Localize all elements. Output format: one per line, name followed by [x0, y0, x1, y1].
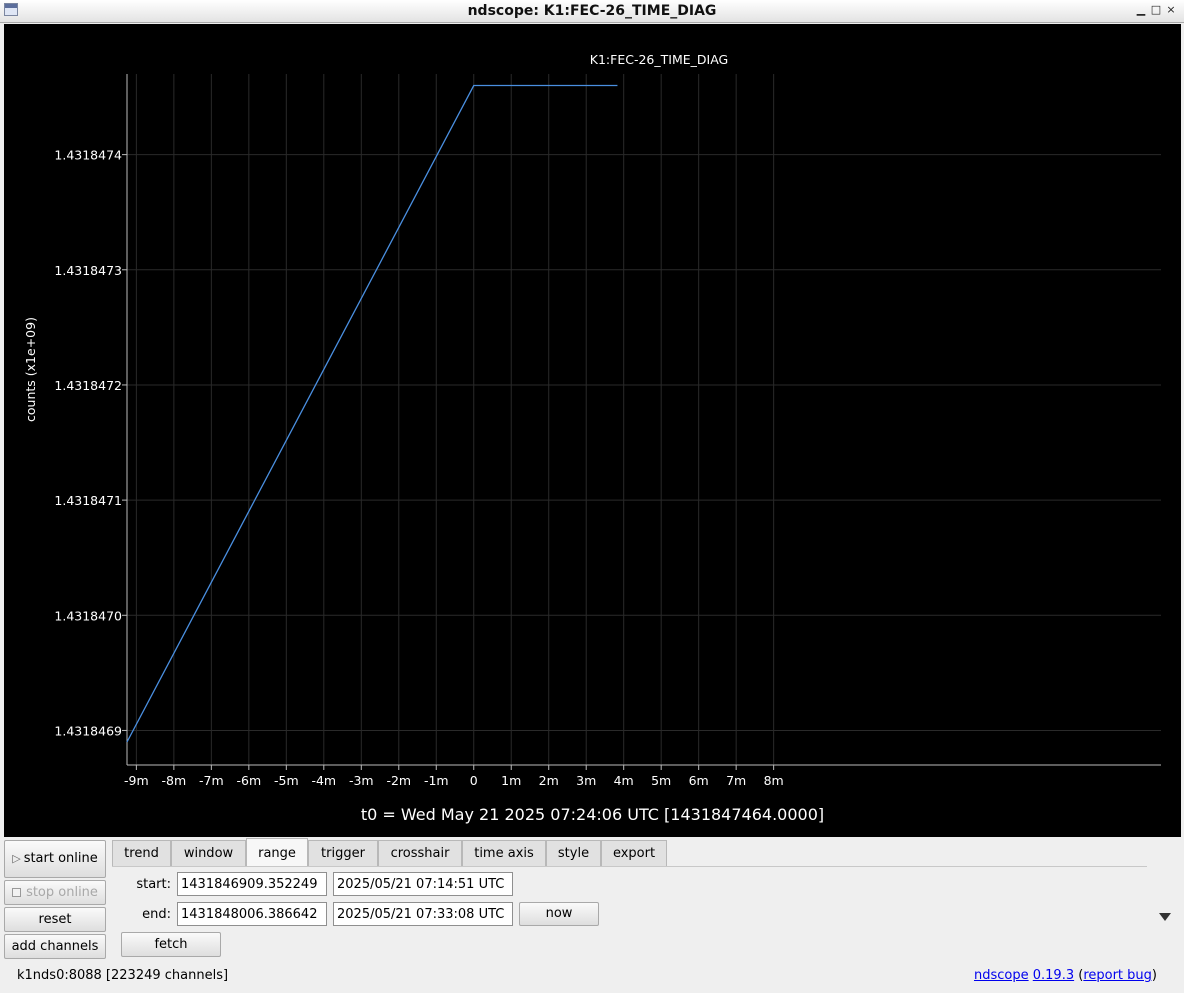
x-tick-label: -3m: [349, 773, 374, 788]
server-status: k1nds0:8088 [223249 channels]: [17, 968, 229, 983]
x-tick-label: 4m: [614, 773, 634, 788]
x-tick-label: -7m: [199, 773, 224, 788]
now-button[interactable]: now: [519, 902, 599, 926]
add-channels-button[interactable]: add channels: [4, 934, 106, 959]
end-label: end:: [142, 907, 171, 922]
y-tick-label: 1.4318472: [54, 378, 122, 393]
end-gps-input[interactable]: [177, 902, 327, 926]
tab-window[interactable]: window: [171, 840, 246, 866]
fetch-button[interactable]: fetch: [121, 932, 221, 957]
trend-chart[interactable]: -9m -8m -7m -6m -5m -4m -3m -2m -1m 0 1m 2m 3m 4m 5m 6m…: [4, 24, 1181, 837]
x-tick-label: -2m: [386, 773, 411, 788]
close-icon[interactable]: ×: [1163, 3, 1179, 17]
version-link[interactable]: 0.19.3: [1033, 968, 1074, 983]
x-tick-label: 8m: [764, 773, 784, 788]
tab-crosshair[interactable]: crosshair: [378, 840, 462, 866]
y-tick-label: 1.4318471: [54, 493, 122, 508]
x-tick-label: 7m: [726, 773, 746, 788]
tab-export[interactable]: export: [601, 840, 667, 866]
tab-trigger[interactable]: trigger: [308, 840, 378, 866]
minimize-icon[interactable]: ▁: [1133, 3, 1149, 17]
end-utc-input[interactable]: [333, 902, 513, 926]
x-tick-label: 1m: [501, 773, 521, 788]
x-tick-label: -4m: [311, 773, 336, 788]
y-tick-label: 1.4318469: [54, 723, 122, 738]
start-online-button[interactable]: ▷ start online: [4, 840, 106, 878]
window-title: ndscope: K1:FEC-26_TIME_DIAG: [467, 3, 717, 19]
y-axis-label: counts (x1e+09): [23, 317, 38, 422]
start-utc-input[interactable]: [333, 872, 513, 896]
y-tick-label: 1.4318474: [54, 148, 122, 163]
report-bug-link[interactable]: report bug: [1083, 968, 1152, 983]
stop-online-label: stop online: [26, 885, 98, 900]
chart-title: K1:FEC-26_TIME_DIAG: [590, 52, 728, 67]
tab-range[interactable]: range: [246, 838, 308, 867]
about-links: ndscope 0.19.3 (report bug): [973, 968, 1157, 983]
expand-arrow-icon[interactable]: [1159, 913, 1171, 921]
x-tick-label: -8m: [162, 773, 187, 788]
x-tick-label: 2m: [539, 773, 559, 788]
x-tick-label: -1m: [424, 773, 449, 788]
t0-label: t0 = Wed May 21 2025 07:24:06 UTC [14318…: [360, 805, 825, 824]
reset-button[interactable]: reset: [4, 907, 106, 932]
tab-divider: [112, 866, 1147, 867]
tab-trend[interactable]: trend: [112, 840, 171, 866]
title-bar: ndscope: K1:FEC-26_TIME_DIAG ▁ □ ×: [0, 0, 1184, 23]
x-tick-label: -9m: [124, 773, 149, 788]
x-tick-label: -6m: [237, 773, 262, 788]
x-tick-label: 6m: [689, 773, 709, 788]
y-tick-label: 1.4318473: [54, 263, 122, 278]
plot-area[interactable]: -9m -8m -7m -6m -5m -4m -3m -2m -1m 0 1m 2m 3m 4m 5m 6m…: [4, 24, 1181, 837]
series-line: [126, 84, 618, 743]
x-tick-label: 5m: [651, 773, 671, 788]
stop-online-button[interactable]: stop online: [4, 880, 106, 905]
maximize-icon[interactable]: □: [1148, 3, 1164, 17]
tab-style[interactable]: style: [546, 840, 601, 866]
play-icon: ▷: [12, 852, 21, 865]
start-gps-input[interactable]: [177, 872, 327, 896]
start-online-label: start online: [23, 851, 98, 866]
stop-icon: [12, 888, 22, 897]
tab-time-axis[interactable]: time axis: [462, 840, 546, 866]
start-label: start:: [136, 877, 171, 892]
x-tick-label: -5m: [274, 773, 299, 788]
ndscope-link[interactable]: ndscope: [974, 968, 1029, 983]
x-tick-label: 0: [470, 773, 478, 788]
y-tick-label: 1.4318470: [54, 608, 122, 623]
x-tick-label: 3m: [576, 773, 596, 788]
